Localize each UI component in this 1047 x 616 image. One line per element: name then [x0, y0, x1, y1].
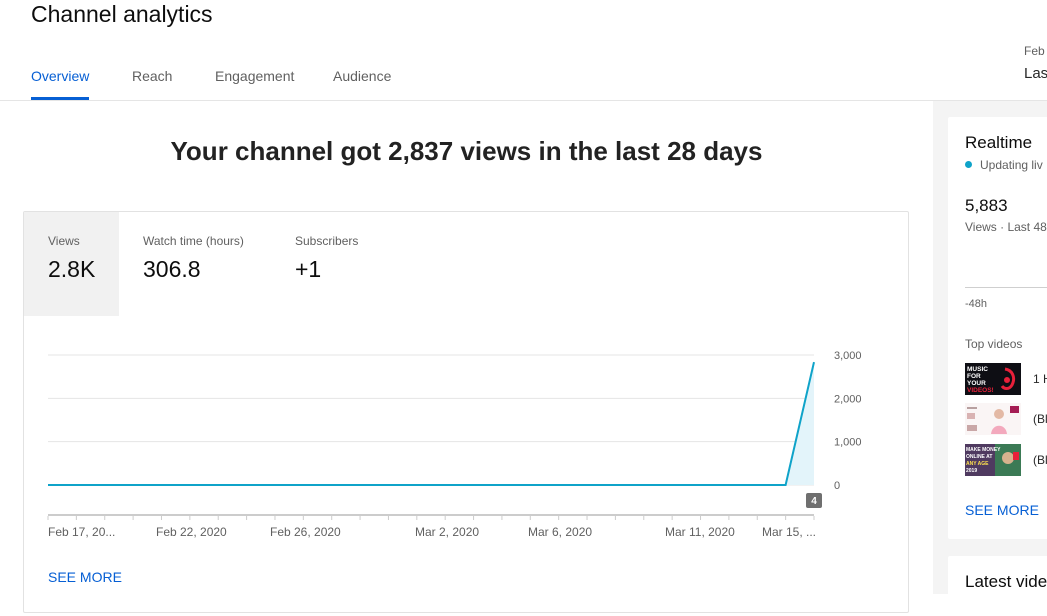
x-tick-label: Mar 15, ... — [762, 525, 816, 539]
x-tick-label: Mar 11, 2020 — [665, 525, 735, 539]
see-more-button[interactable]: SEE MORE — [48, 569, 122, 585]
top-video-item[interactable]: MAKE MONEY ONLINE AT ANY AGE 2019 (Bl — [965, 444, 1047, 476]
date-range-label: Las — [1024, 65, 1047, 82]
views-chart: 0 1,000 2,000 3,000 Feb 17, 20... Feb 22, 202… — [47, 350, 862, 539]
date-range-dates: Feb — [1024, 44, 1045, 58]
top-video-title: 1 H — [1033, 372, 1047, 386]
tab-overview[interactable]: Overview — [31, 68, 90, 100]
x-tick-label: Mar 2, 2020 — [415, 525, 479, 539]
tab-reach[interactable]: Reach — [132, 68, 172, 100]
svg-text:FOR: FOR — [967, 373, 981, 380]
realtime-count-label: Views · Last 48 — [965, 220, 1047, 234]
x-tick-label: Feb 22, 2020 — [156, 525, 227, 539]
top-video-title: (Bl — [1033, 453, 1047, 467]
page-title: Channel analytics — [31, 1, 213, 27]
metrics-chart-card: Views 2.8K Watch time (hours) 306.8 Subs… — [23, 211, 909, 613]
top-video-item[interactable]: (Bl — [965, 403, 1047, 435]
x-tick-label: Mar 6, 2020 — [528, 525, 592, 539]
realtime-title: Realtime — [965, 133, 1033, 152]
series-area — [48, 362, 814, 485]
realtime-axis-label: -48h — [965, 298, 988, 310]
realtime-count: 5,883 — [965, 196, 1008, 215]
svg-text:ANY AGE: ANY AGE — [966, 461, 989, 467]
realtime-card: Realtime Updating liv 5,883 Views · Last… — [948, 117, 1047, 539]
svg-text:VIDEOS!: VIDEOS! — [967, 387, 994, 394]
y-tick-label: 2,000 — [834, 393, 862, 405]
date-range-picker[interactable]: Feb Las — [1024, 44, 1047, 82]
y-tick-label: 0 — [834, 480, 840, 492]
svg-text:YOUR: YOUR — [967, 380, 986, 387]
realtime-see-more-button[interactable]: SEE MORE — [965, 502, 1039, 518]
latest-videos-title: Latest vide — [965, 572, 1047, 591]
latest-videos-card: Latest vide — [948, 556, 1047, 616]
svg-text:MAKE MONEY: MAKE MONEY — [966, 447, 1001, 453]
x-tick-label: Feb 26, 2020 — [270, 525, 341, 539]
realtime-chart-axis — [965, 287, 1047, 288]
live-dot-icon — [965, 161, 972, 168]
tab-engagement[interactable]: Engagement — [215, 68, 294, 100]
music-thumbnail-icon: MUSIC FOR YOUR VIDEOS! — [965, 363, 1021, 395]
top-videos-label: Top videos — [965, 337, 1023, 351]
series-line — [48, 361, 815, 486]
tab-audience[interactable]: Audience — [333, 68, 391, 100]
svg-text:2019: 2019 — [966, 468, 977, 474]
svg-text:ONLINE AT: ONLINE AT — [966, 454, 992, 460]
y-tick-label: 1,000 — [834, 437, 862, 449]
svg-text:MUSIC: MUSIC — [967, 366, 988, 373]
realtime-status: Updating liv — [965, 158, 1043, 172]
x-tick-label: Feb 17, 20... — [48, 525, 115, 539]
realtime-status-text: Updating liv — [980, 158, 1043, 172]
y-tick-label: 3,000 — [834, 350, 862, 362]
chart-marker-badge-label: 4 — [811, 496, 817, 507]
overview-headline: Your channel got 2,837 views in the last… — [170, 136, 763, 166]
top-video-item[interactable]: MUSIC FOR YOUR VIDEOS! 1 H — [965, 363, 1047, 395]
portrait-thumbnail-icon — [965, 403, 1021, 435]
top-video-title: (Bl — [1033, 412, 1047, 426]
money-thumbnail-icon: MAKE MONEY ONLINE AT ANY AGE 2019 — [965, 444, 1021, 476]
overview-main: Your channel got 2,837 views in the last… — [0, 101, 933, 613]
